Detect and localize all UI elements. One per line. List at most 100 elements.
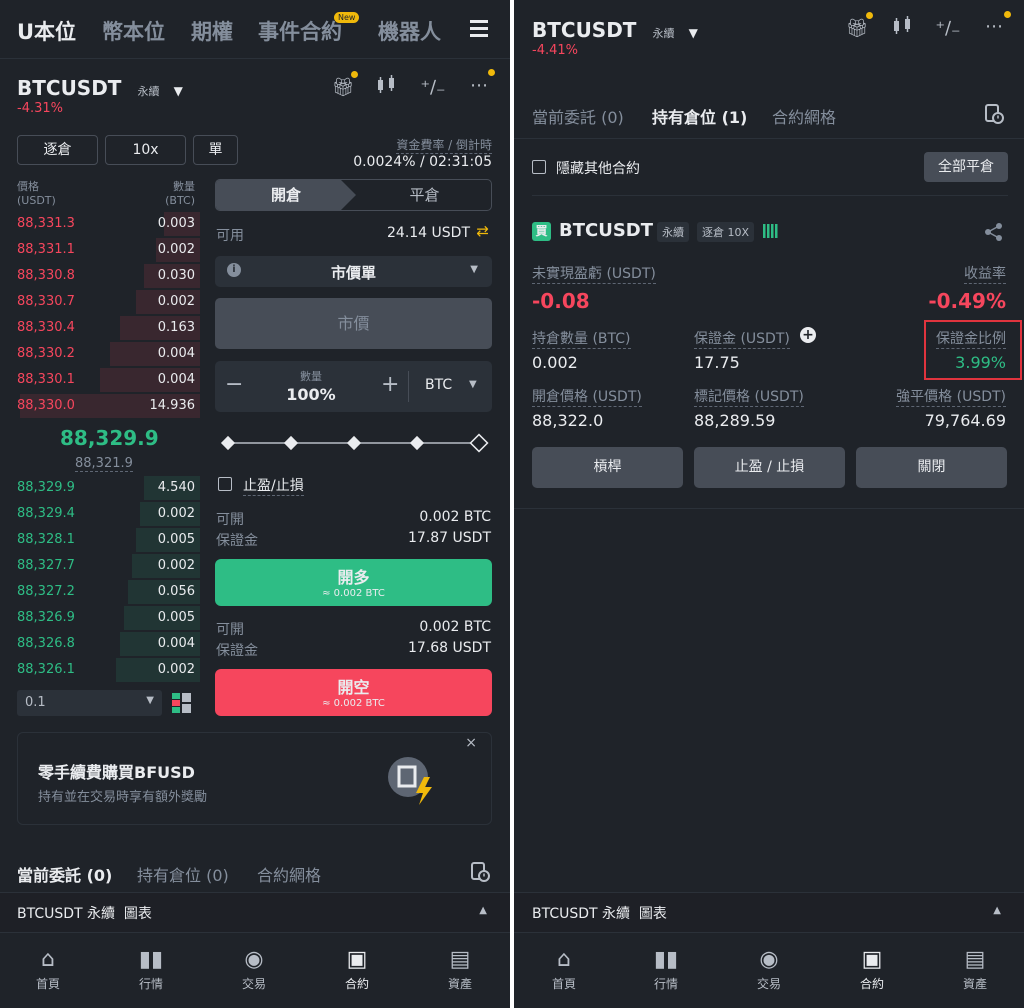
orderbook-row[interactable]: 88,330.0 14.936: [0, 393, 200, 419]
calculator-icon[interactable]: ⁺∕₋: [420, 75, 446, 101]
orderbook-row[interactable]: 88,331.3 0.003: [0, 211, 200, 237]
orderbook-row[interactable]: 88,329.4 0.002: [0, 501, 200, 527]
orderbook-qty: 0.002: [157, 662, 195, 677]
plus-icon[interactable]: +: [381, 372, 399, 397]
symbol-header[interactable]: BTCUSDT 永續 ▼: [532, 18, 698, 42]
tab-open-orders[interactable]: 當前委託 (0): [17, 862, 112, 886]
gift-icon[interactable]: 🎁︎: [844, 16, 870, 42]
orderbook-row[interactable]: 88,330.7 0.002: [0, 289, 200, 315]
candlestick-icon[interactable]: [890, 16, 916, 42]
tab-bots[interactable]: 機器人: [378, 16, 441, 46]
orderbook-row[interactable]: 88,330.1 0.004: [0, 367, 200, 393]
available-value: 24.14 USDT: [387, 225, 470, 241]
tab-positions[interactable]: 持有倉位 (1): [652, 104, 747, 128]
more-icon[interactable]: ⋯: [466, 73, 492, 99]
transfer-icon[interactable]: ⇄: [476, 222, 489, 240]
tab-usdm[interactable]: U本位: [17, 16, 76, 46]
leverage-button[interactable]: 槓桿: [532, 447, 683, 488]
roe-label[interactable]: 收益率: [964, 263, 1006, 284]
orderbook-row[interactable]: 88,330.4 0.163: [0, 315, 200, 341]
orderbook-qty: 0.002: [157, 242, 195, 257]
order-history-icon[interactable]: [984, 104, 1004, 128]
open-long-button[interactable]: 開多 ≈ 0.002 BTC: [215, 559, 492, 606]
close-tab[interactable]: 平倉: [356, 180, 491, 210]
candlestick-icon[interactable]: [374, 75, 400, 101]
price-input[interactable]: 市價: [215, 298, 492, 349]
order-type-select[interactable]: i 市價單 ▼: [215, 256, 492, 287]
nav-home[interactable]: ⌂ 首頁: [534, 945, 594, 992]
nav-markets[interactable]: ▮▮ 行情: [121, 945, 181, 992]
margin-label[interactable]: 保證金 (USDT): [694, 328, 790, 349]
orderbook-row[interactable]: 88,328.1 0.005: [0, 527, 200, 553]
tpsl-checkbox[interactable]: [218, 477, 232, 491]
tab-futures-grid[interactable]: 合約網格: [257, 862, 321, 886]
markets-icon: ▮▮: [653, 947, 679, 972]
funding-label[interactable]: 資金費率 / 倒計時: [396, 136, 492, 154]
symbol-header[interactable]: BTCUSDT 永續 ▼: [17, 76, 183, 100]
tpsl-label[interactable]: 止盈/止損: [243, 475, 304, 496]
open-short-button[interactable]: 開空 ≈ 0.002 BTC: [215, 669, 492, 716]
quantity-input[interactable]: 100%: [215, 385, 407, 404]
nav-home[interactable]: ⌂ 首頁: [18, 945, 78, 992]
leverage-button[interactable]: 10x: [105, 135, 186, 165]
orderbook-qty: 0.030: [157, 268, 195, 283]
quantity-slider[interactable]: [215, 432, 492, 454]
orderbook-qty-header: 數量 (BTC): [165, 180, 195, 207]
margin-mode-button[interactable]: 逐倉: [17, 135, 98, 165]
qty-unit-select[interactable]: BTC: [425, 377, 452, 393]
tab-open-orders[interactable]: 當前委託 (0): [532, 104, 624, 128]
orderbook-row[interactable]: 88,327.2 0.056: [0, 579, 200, 605]
mark-price[interactable]: 88,321.9: [75, 456, 133, 472]
orderbook-layout-icon[interactable]: [172, 693, 192, 717]
position-mode-button[interactable]: 單: [193, 135, 238, 165]
orderbook-qty: 0.002: [157, 506, 195, 521]
hamburger-icon[interactable]: [470, 20, 488, 37]
positions-screen: BTCUSDT 永續 ▼ -4.41% 🎁︎ ⁺∕₋ ⋯ 當前委託 (0) 持有…: [514, 0, 1024, 1008]
nav-futures[interactable]: ▣ 合約: [842, 945, 902, 992]
more-icon[interactable]: ⋯: [981, 14, 1007, 40]
order-history-icon[interactable]: [470, 862, 490, 886]
hide-other-label[interactable]: 隱藏其他合約: [556, 158, 640, 178]
tab-event-contracts[interactable]: 事件合約: [258, 16, 342, 46]
chart-bar[interactable]: BTCUSDT 永續 圖表 ▲: [514, 892, 1024, 932]
unrealized-pnl-label[interactable]: 未實現盈虧 (USDT): [532, 263, 656, 284]
hide-other-checkbox[interactable]: [532, 160, 546, 174]
close-icon[interactable]: ×: [465, 735, 477, 751]
add-margin-icon[interactable]: +: [800, 327, 816, 343]
entry-price-label[interactable]: 開倉價格 (USDT): [532, 386, 642, 407]
orderbook-row[interactable]: 88,330.8 0.030: [0, 263, 200, 289]
nav-trade[interactable]: ◉ 交易: [224, 945, 284, 992]
tab-options[interactable]: 期權: [191, 16, 233, 46]
adl-indicator-icon: [763, 223, 779, 243]
close-position-button[interactable]: 關閉: [856, 447, 1007, 488]
orderbook-row[interactable]: 88,329.9 4.540: [0, 475, 200, 501]
margin-ratio-label[interactable]: 保證金比例: [936, 328, 1006, 349]
tab-futures-grid[interactable]: 合約網格: [772, 104, 836, 128]
mark-price-label[interactable]: 標記價格 (USDT): [694, 386, 804, 407]
close-all-button[interactable]: 全部平倉: [924, 152, 1008, 182]
precision-select[interactable]: 0.1 ▼: [17, 690, 162, 716]
tpsl-button[interactable]: 止盈 / 止損: [694, 447, 845, 488]
share-icon[interactable]: [984, 222, 1004, 246]
orderbook-row[interactable]: 88,326.1 0.002: [0, 657, 200, 683]
nav-trade[interactable]: ◉ 交易: [739, 945, 799, 992]
chart-bar[interactable]: BTCUSDT 永續 圖表 ▲: [0, 892, 510, 932]
nav-futures[interactable]: ▣ 合約: [327, 945, 387, 992]
calculator-icon[interactable]: ⁺∕₋: [935, 16, 961, 42]
nav-markets[interactable]: ▮▮ 行情: [636, 945, 696, 992]
orderbook-row[interactable]: 88,327.7 0.002: [0, 553, 200, 579]
liq-price-label[interactable]: 強平價格 (USDT): [896, 386, 1006, 407]
orderbook-row[interactable]: 88,330.2 0.004: [0, 341, 200, 367]
nav-assets[interactable]: ▤ 資產: [945, 945, 1005, 992]
orderbook-row[interactable]: 88,331.1 0.002: [0, 237, 200, 263]
tab-positions[interactable]: 持有倉位 (0): [137, 862, 229, 886]
promo-banner[interactable]: 零手續費購買BFUSD 持有並在交易時享有額外獎勵 ×: [17, 732, 492, 825]
position-symbol[interactable]: BTCUSDT: [559, 220, 653, 241]
orderbook-row[interactable]: 88,326.8 0.004: [0, 631, 200, 657]
gift-icon[interactable]: 🎁︎: [330, 75, 356, 101]
tab-coinm[interactable]: 幣本位: [102, 16, 165, 46]
open-tab[interactable]: 開倉: [216, 180, 356, 210]
orderbook-row[interactable]: 88,326.9 0.005: [0, 605, 200, 631]
nav-assets[interactable]: ▤ 資產: [430, 945, 490, 992]
size-label[interactable]: 持倉數量 (BTC): [532, 328, 631, 349]
